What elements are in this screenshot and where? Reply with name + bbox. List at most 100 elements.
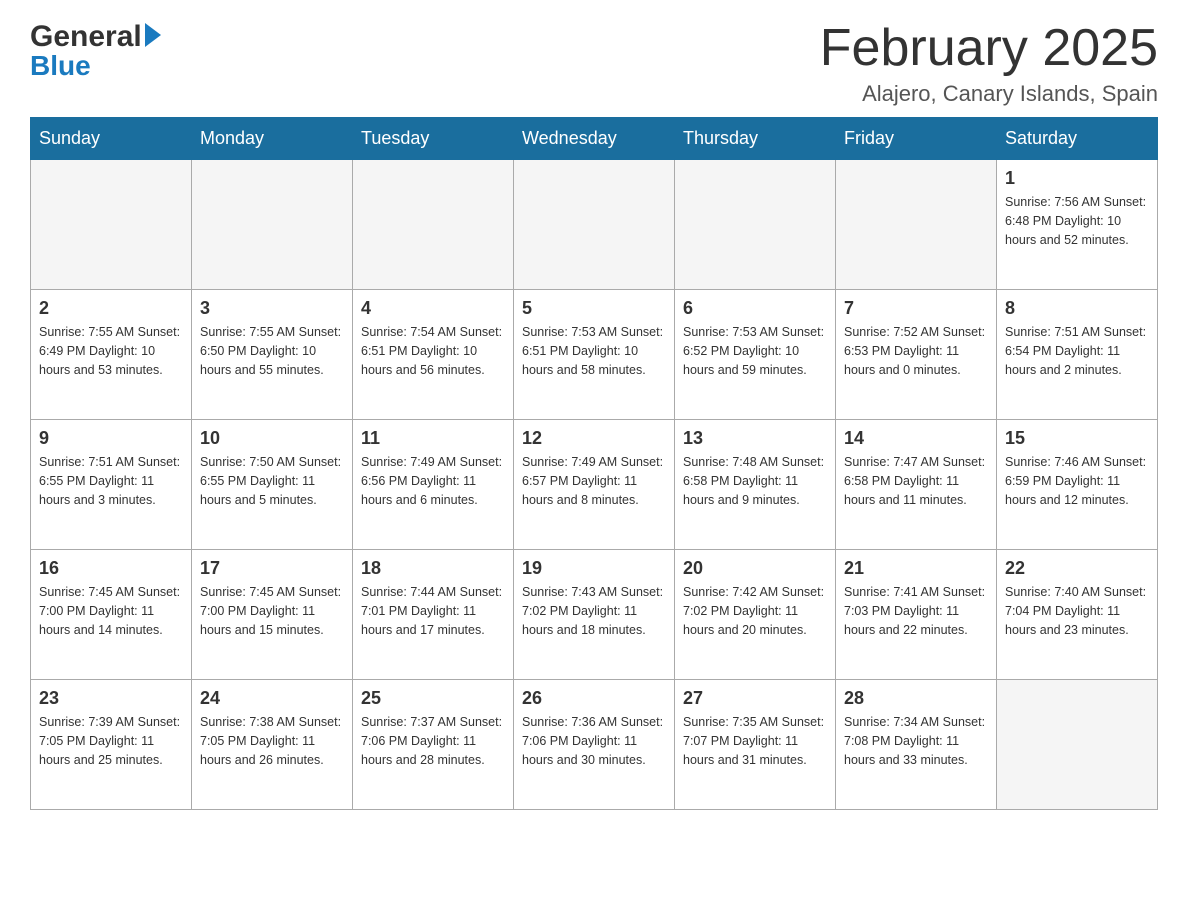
- calendar-day-cell: 12Sunrise: 7:49 AM Sunset: 6:57 PM Dayli…: [514, 420, 675, 550]
- day-number: 26: [522, 688, 666, 709]
- day-number: 12: [522, 428, 666, 449]
- day-info: Sunrise: 7:55 AM Sunset: 6:49 PM Dayligh…: [39, 323, 183, 379]
- day-of-week-header: Tuesday: [353, 118, 514, 160]
- calendar-day-cell: [836, 160, 997, 290]
- page-header: General Blue February 2025 Alajero, Cana…: [30, 20, 1158, 107]
- calendar-day-cell: 7Sunrise: 7:52 AM Sunset: 6:53 PM Daylig…: [836, 290, 997, 420]
- calendar-day-cell: 13 Sunrise: 7:48 AM Sunset: 6:58 PM Dayli…: [675, 420, 836, 550]
- day-of-week-header: Saturday: [997, 118, 1158, 160]
- day-number: 8: [1005, 298, 1149, 319]
- month-title: February 2025: [820, 20, 1158, 77]
- calendar-day-cell: 28 Sunrise: 7:34 AM Sunset: 7:08 PM Dayli…: [836, 680, 997, 810]
- day-info: Sunrise: 7:54 AM Sunset: 6:51 PM Dayligh…: [361, 323, 505, 379]
- calendar-day-cell: 5 Sunrise: 7:53 AM Sunset: 6:51 PM Daylig…: [514, 290, 675, 420]
- logo-general-text: General: [30, 20, 142, 54]
- day-info: Sunrise: 7:40 AM Sunset: 7:04 PM Dayligh…: [1005, 583, 1149, 639]
- calendar-week-row: 9 Sunrise: 7:51 AM Sunset: 6:55 PM Daylig…: [31, 420, 1158, 550]
- calendar-day-cell: 16 Sunrise: 7:45 AM Sunset: 7:00 PM Dayli…: [31, 550, 192, 680]
- calendar-day-cell: [514, 160, 675, 290]
- day-number: 11: [361, 428, 505, 449]
- calendar-day-cell: 3 Sunrise: 7:55 AM Sunset: 6:50 PM Daylig…: [192, 290, 353, 420]
- day-info: Sunrise: 7:48 AM Sunset: 6:58 PM Dayligh…: [683, 453, 827, 509]
- day-info: Sunrise: 7:47 AM Sunset: 6:58 PM Dayligh…: [844, 453, 988, 509]
- day-number: 5: [522, 298, 666, 319]
- day-of-week-header: Monday: [192, 118, 353, 160]
- day-number: 21: [844, 558, 988, 579]
- calendar-day-cell: [192, 160, 353, 290]
- day-number: 13: [683, 428, 827, 449]
- day-info: Sunrise: 7:41 AM Sunset: 7:03 PM Dayligh…: [844, 583, 988, 639]
- day-number: 22: [1005, 558, 1149, 579]
- day-info: Sunrise: 7:51 AM Sunset: 6:55 PM Dayligh…: [39, 453, 183, 509]
- calendar-day-cell: 9 Sunrise: 7:51 AM Sunset: 6:55 PM Daylig…: [31, 420, 192, 550]
- calendar-day-cell: 20Sunrise: 7:42 AM Sunset: 7:02 PM Dayli…: [675, 550, 836, 680]
- day-number: 17: [200, 558, 344, 579]
- calendar-day-cell: 19 Sunrise: 7:43 AM Sunset: 7:02 PM Dayli…: [514, 550, 675, 680]
- day-number: 18: [361, 558, 505, 579]
- calendar-day-cell: [353, 160, 514, 290]
- day-info: Sunrise: 7:36 AM Sunset: 7:06 PM Dayligh…: [522, 713, 666, 769]
- calendar-week-row: 2Sunrise: 7:55 AM Sunset: 6:49 PM Daylig…: [31, 290, 1158, 420]
- day-number: 9: [39, 428, 183, 449]
- day-of-week-header: Sunday: [31, 118, 192, 160]
- calendar-day-cell: 17 Sunrise: 7:45 AM Sunset: 7:00 PM Dayli…: [192, 550, 353, 680]
- calendar-day-cell: 25Sunrise: 7:37 AM Sunset: 7:06 PM Dayli…: [353, 680, 514, 810]
- day-number: 6: [683, 298, 827, 319]
- calendar-day-cell: 11 Sunrise: 7:49 AM Sunset: 6:56 PM Dayli…: [353, 420, 514, 550]
- day-info: Sunrise: 7:39 AM Sunset: 7:05 PM Dayligh…: [39, 713, 183, 769]
- logo: General Blue: [30, 20, 161, 82]
- day-number: 27: [683, 688, 827, 709]
- calendar-day-cell: 2Sunrise: 7:55 AM Sunset: 6:49 PM Daylig…: [31, 290, 192, 420]
- calendar-day-cell: [997, 680, 1158, 810]
- day-info: Sunrise: 7:45 AM Sunset: 7:00 PM Dayligh…: [200, 583, 344, 639]
- day-info: Sunrise: 7:34 AM Sunset: 7:08 PM Dayligh…: [844, 713, 988, 769]
- calendar-week-row: 16 Sunrise: 7:45 AM Sunset: 7:00 PM Dayli…: [31, 550, 1158, 680]
- location-subtitle: Alajero, Canary Islands, Spain: [820, 81, 1158, 107]
- calendar-day-cell: 8 Sunrise: 7:51 AM Sunset: 6:54 PM Daylig…: [997, 290, 1158, 420]
- day-info: Sunrise: 7:55 AM Sunset: 6:50 PM Dayligh…: [200, 323, 344, 379]
- calendar-day-cell: 1Sunrise: 7:56 AM Sunset: 6:48 PM Daylig…: [997, 160, 1158, 290]
- day-number: 23: [39, 688, 183, 709]
- calendar-header-row: SundayMondayTuesdayWednesdayThursdayFrid…: [31, 118, 1158, 160]
- day-info: Sunrise: 7:35 AM Sunset: 7:07 PM Dayligh…: [683, 713, 827, 769]
- day-info: Sunrise: 7:44 AM Sunset: 7:01 PM Dayligh…: [361, 583, 505, 639]
- day-of-week-header: Thursday: [675, 118, 836, 160]
- day-info: Sunrise: 7:50 AM Sunset: 6:55 PM Dayligh…: [200, 453, 344, 509]
- calendar-day-cell: 24 Sunrise: 7:38 AM Sunset: 7:05 PM Dayli…: [192, 680, 353, 810]
- day-number: 24: [200, 688, 344, 709]
- calendar-day-cell: 4Sunrise: 7:54 AM Sunset: 6:51 PM Daylig…: [353, 290, 514, 420]
- day-info: Sunrise: 7:51 AM Sunset: 6:54 PM Dayligh…: [1005, 323, 1149, 379]
- day-info: Sunrise: 7:53 AM Sunset: 6:52 PM Dayligh…: [683, 323, 827, 379]
- day-info: Sunrise: 7:38 AM Sunset: 7:05 PM Dayligh…: [200, 713, 344, 769]
- calendar-day-cell: 15Sunrise: 7:46 AM Sunset: 6:59 PM Dayli…: [997, 420, 1158, 550]
- day-number: 10: [200, 428, 344, 449]
- calendar-day-cell: 27 Sunrise: 7:35 AM Sunset: 7:07 PM Dayli…: [675, 680, 836, 810]
- day-info: Sunrise: 7:45 AM Sunset: 7:00 PM Dayligh…: [39, 583, 183, 639]
- calendar-day-cell: 10 Sunrise: 7:50 AM Sunset: 6:55 PM Dayli…: [192, 420, 353, 550]
- day-info: Sunrise: 7:52 AM Sunset: 6:53 PM Dayligh…: [844, 323, 988, 379]
- calendar-day-cell: 21 Sunrise: 7:41 AM Sunset: 7:03 PM Dayli…: [836, 550, 997, 680]
- calendar-day-cell: 18 Sunrise: 7:44 AM Sunset: 7:01 PM Dayli…: [353, 550, 514, 680]
- day-info: Sunrise: 7:42 AM Sunset: 7:02 PM Dayligh…: [683, 583, 827, 639]
- calendar-day-cell: [31, 160, 192, 290]
- logo-arrow-icon: [145, 23, 161, 47]
- calendar-day-cell: [675, 160, 836, 290]
- calendar-day-cell: 14 Sunrise: 7:47 AM Sunset: 6:58 PM Dayli…: [836, 420, 997, 550]
- day-number: 16: [39, 558, 183, 579]
- day-number: 28: [844, 688, 988, 709]
- calendar-day-cell: 6 Sunrise: 7:53 AM Sunset: 6:52 PM Daylig…: [675, 290, 836, 420]
- day-number: 15: [1005, 428, 1149, 449]
- day-info: Sunrise: 7:43 AM Sunset: 7:02 PM Dayligh…: [522, 583, 666, 639]
- day-number: 19: [522, 558, 666, 579]
- day-info: Sunrise: 7:49 AM Sunset: 6:56 PM Dayligh…: [361, 453, 505, 509]
- day-number: 14: [844, 428, 988, 449]
- calendar-week-row: 23 Sunrise: 7:39 AM Sunset: 7:05 PM Dayli…: [31, 680, 1158, 810]
- calendar-day-cell: 23 Sunrise: 7:39 AM Sunset: 7:05 PM Dayli…: [31, 680, 192, 810]
- day-number: 1: [1005, 168, 1149, 189]
- day-number: 25: [361, 688, 505, 709]
- day-info: Sunrise: 7:53 AM Sunset: 6:51 PM Dayligh…: [522, 323, 666, 379]
- calendar-day-cell: 26 Sunrise: 7:36 AM Sunset: 7:06 PM Dayli…: [514, 680, 675, 810]
- title-block: February 2025 Alajero, Canary Islands, S…: [820, 20, 1158, 107]
- day-number: 3: [200, 298, 344, 319]
- calendar-day-cell: 22 Sunrise: 7:40 AM Sunset: 7:04 PM Dayli…: [997, 550, 1158, 680]
